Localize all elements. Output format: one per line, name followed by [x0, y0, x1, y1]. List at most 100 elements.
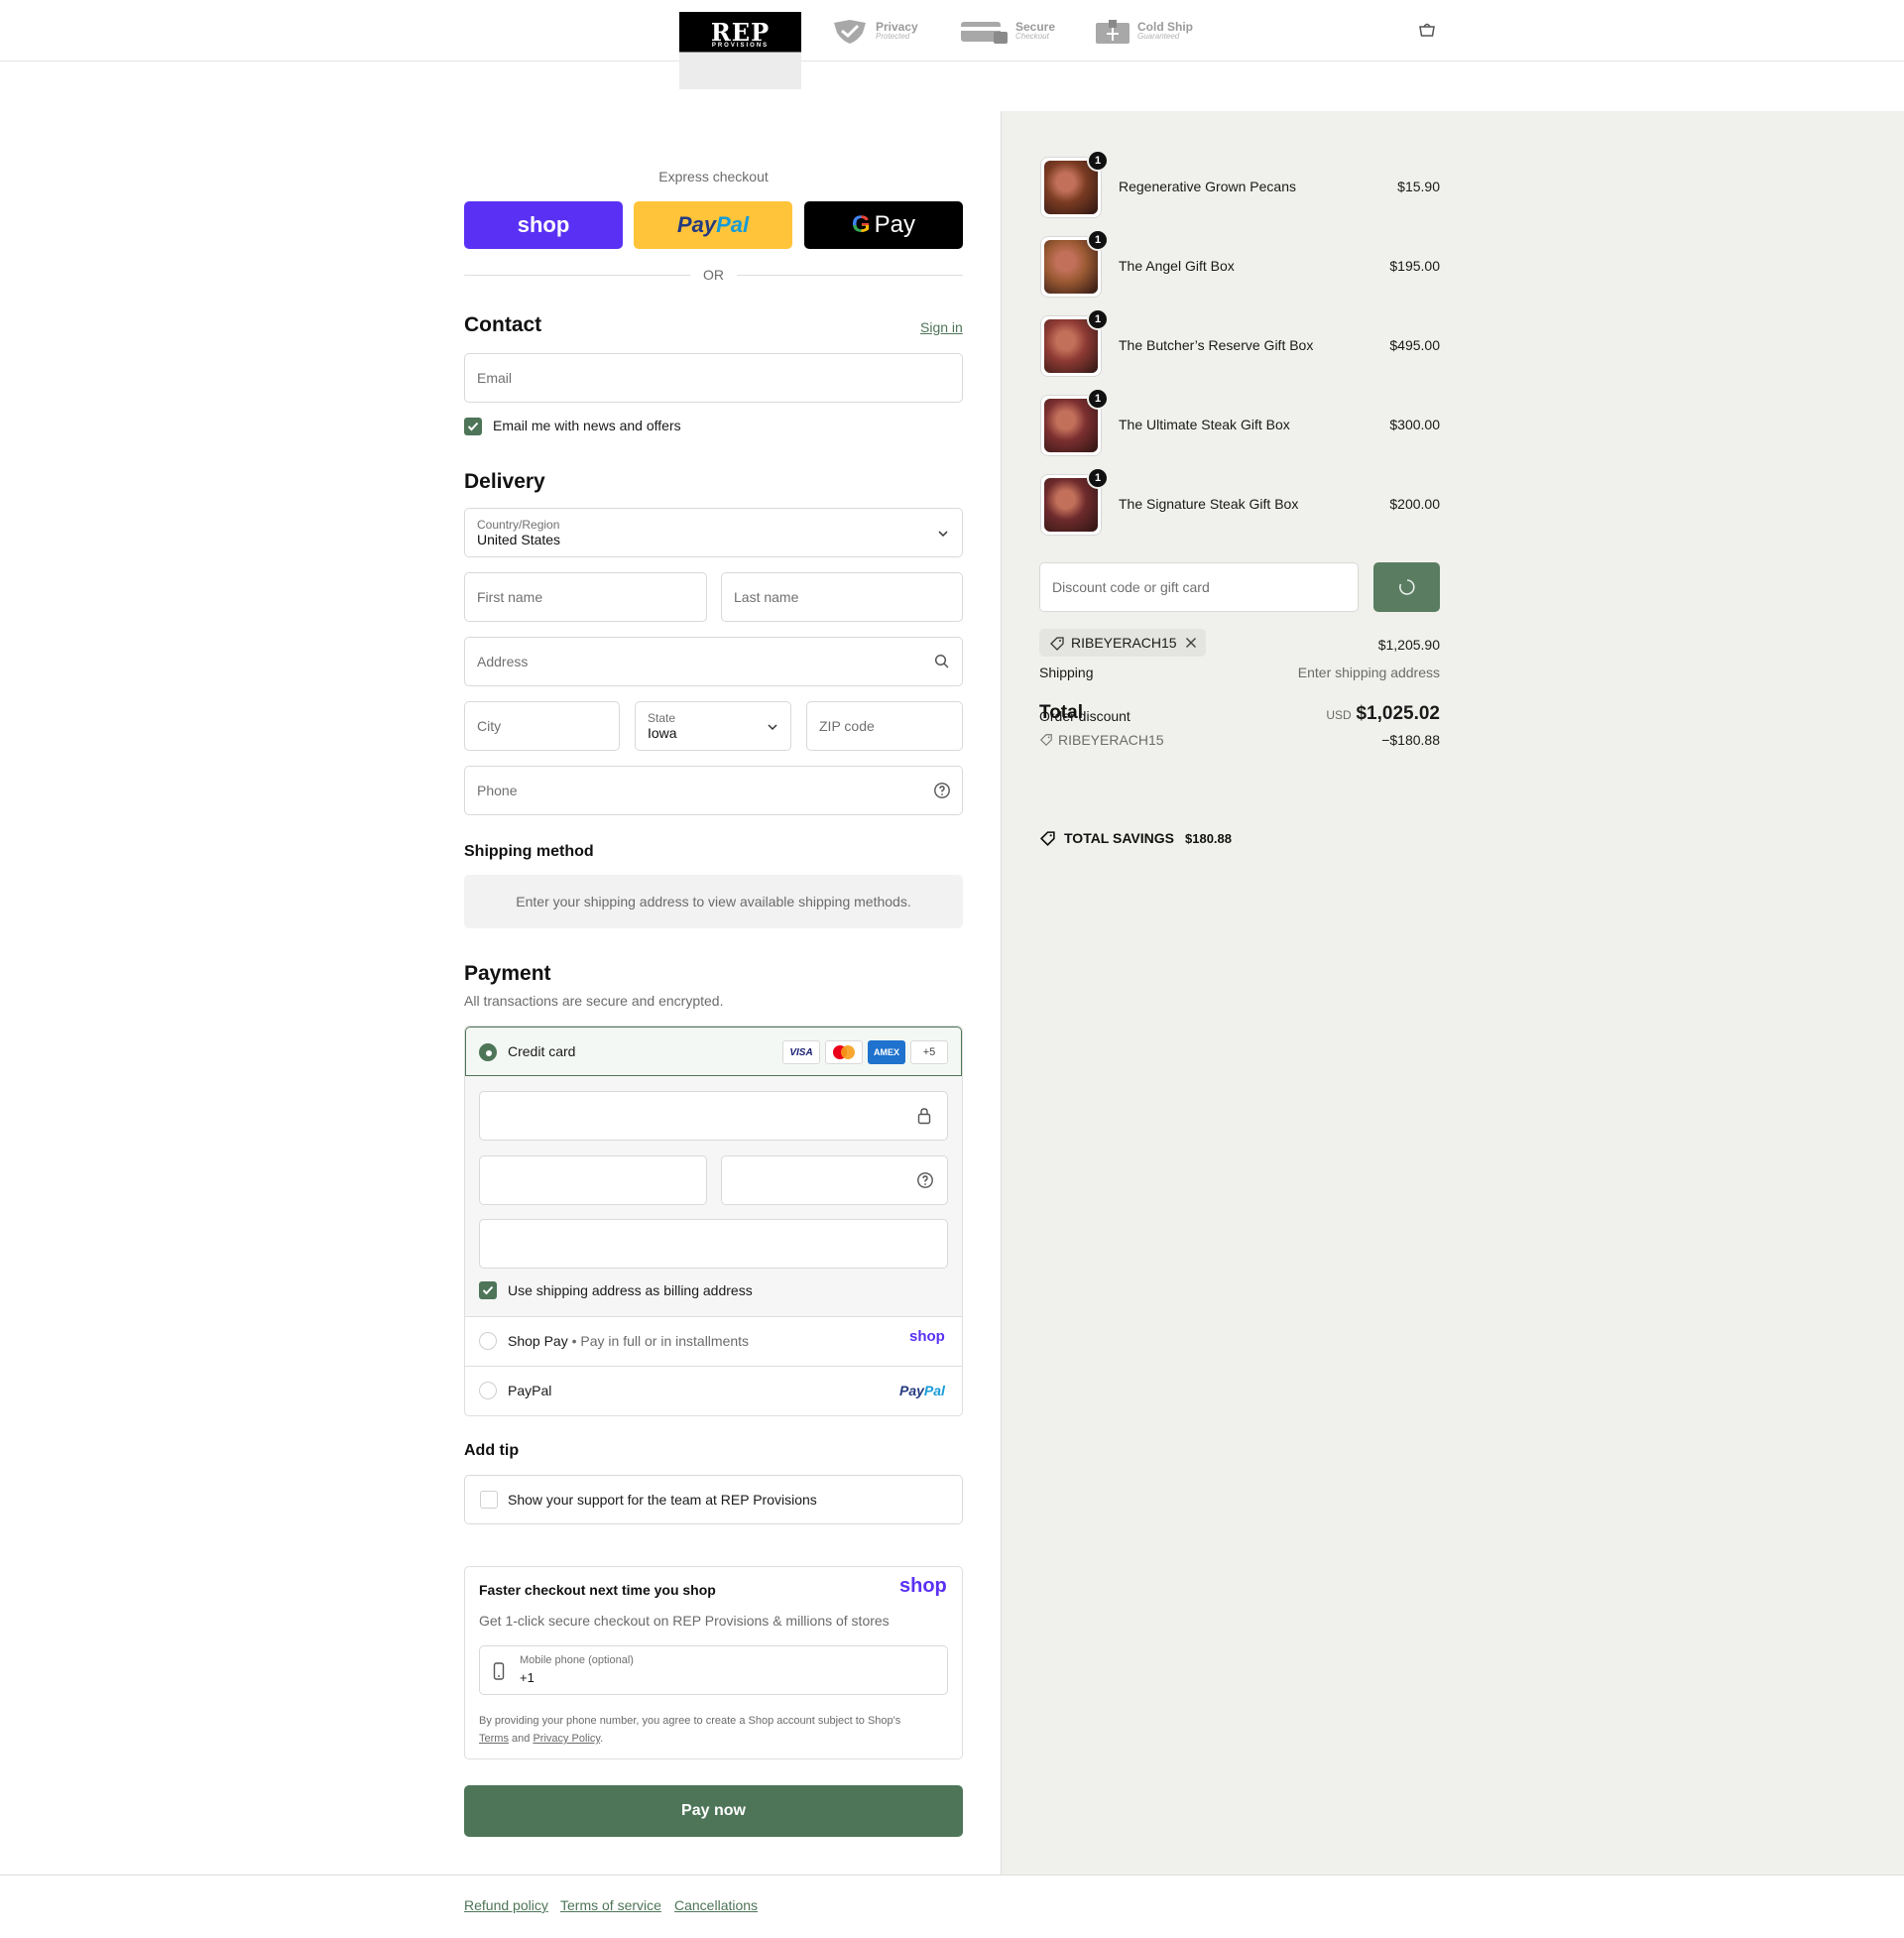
first-name-field[interactable]: First name [464, 572, 707, 622]
payment-subtitle: All transactions are secure and encrypte… [464, 993, 724, 1009]
shop-pay-express-button[interactable]: shop [464, 201, 623, 249]
close-icon[interactable] [1185, 637, 1197, 649]
state-select[interactable]: State Iowa [635, 701, 791, 751]
delivery-title: Delivery [464, 470, 545, 493]
shop-pay-radio[interactable] [479, 1332, 497, 1350]
or-divider-label: OR [703, 267, 724, 283]
country-label: Country/Region [477, 518, 560, 532]
cold-ship-badge: Cold Ship Guaranteed [1094, 18, 1193, 46]
refund-policy-link[interactable]: Refund policy [464, 1897, 548, 1913]
news-checkbox[interactable] [464, 418, 482, 435]
logo-subtext: PROVISIONS [711, 43, 770, 49]
mobile-phone-field[interactable]: Mobile phone (optional) +1 [479, 1645, 948, 1695]
total-label: Total [1039, 702, 1083, 723]
rep-provisions-logo[interactable]: REP PROVISIONS [679, 12, 801, 89]
paypal-logo-a: Pay [899, 1383, 924, 1398]
help-circle-icon[interactable] [933, 782, 951, 799]
tip-checkbox[interactable] [480, 1491, 498, 1509]
pay-now-button[interactable]: Pay now [464, 1785, 963, 1837]
quantity-badge: 1 [1087, 467, 1109, 489]
express-checkout-title: Express checkout [658, 169, 769, 184]
quantity-badge: 1 [1087, 388, 1109, 410]
product-price: $200.00 [1389, 496, 1440, 512]
terms-of-service-link[interactable]: Terms of service [560, 1897, 661, 1913]
mobile-phone-label: Mobile phone (optional) [520, 1654, 634, 1666]
discount-code-label: RIBEYERACH15 [1058, 732, 1164, 748]
sign-in-link[interactable]: Sign in [920, 319, 963, 335]
tip-label: Show your support for the team at REP Pr… [508, 1492, 817, 1508]
quantity-badge: 1 [1087, 150, 1109, 172]
country-value: United States [477, 532, 561, 547]
shipping-method-notice: Enter your shipping address to view avai… [464, 875, 963, 928]
discount-amount: −$180.88 [1381, 732, 1440, 748]
total-currency: USD [1326, 708, 1352, 722]
mobile-phone-icon [493, 1662, 505, 1680]
billing-address-label: Use shipping address as billing address [508, 1282, 753, 1298]
shop-privacy-link[interactable]: Privacy Policy [533, 1733, 600, 1745]
email-field[interactable]: Email [464, 353, 963, 403]
badge-title: Cold Ship [1137, 20, 1193, 34]
google-pay-express-button[interactable]: G Pay [804, 201, 963, 249]
billing-address-checkbox[interactable] [479, 1281, 497, 1299]
total-savings-value: $180.88 [1185, 831, 1232, 846]
shopping-bag-icon[interactable] [1418, 22, 1436, 38]
badge-title: Privacy [876, 20, 918, 34]
quantity-badge: 1 [1087, 308, 1109, 330]
divider-right [737, 275, 963, 276]
zip-field[interactable]: ZIP code [806, 701, 963, 751]
credit-card-label: Credit card [508, 1043, 576, 1059]
credit-card-lock-icon [961, 22, 1008, 44]
shield-check-icon [834, 20, 866, 44]
gpay-label: Pay [874, 211, 916, 238]
expiration-field[interactable] [479, 1155, 707, 1205]
total-savings-label: TOTAL SAVINGS [1064, 830, 1174, 846]
badge-sub: Protected [876, 32, 910, 41]
city-field[interactable]: City [464, 701, 620, 751]
product-price: $300.00 [1389, 417, 1440, 432]
paypal-radio[interactable] [479, 1382, 497, 1399]
last-name-placeholder: Last name [734, 589, 799, 605]
phone-field[interactable]: Phone [464, 766, 963, 815]
shop-promo-text: Get 1-click secure checkout on REP Provi… [479, 1613, 890, 1629]
country-select[interactable]: Country/Region United States [464, 508, 963, 557]
checkmark-icon [482, 1285, 494, 1295]
order-summary-panel [1001, 111, 1904, 1875]
paypal-express-button[interactable]: Pay Pal [634, 201, 792, 249]
card-number-field[interactable] [479, 1091, 948, 1141]
cold-box-icon [1096, 20, 1130, 44]
secure-checkout-badge: Secure Checkout [960, 18, 1055, 46]
contact-title: Contact [464, 313, 542, 336]
badge-sub: Checkout [1015, 32, 1049, 41]
tag-icon [1050, 637, 1064, 651]
shop-legal-text: By providing your phone number, you agre… [479, 1712, 945, 1748]
total-row: USD $1,025.02 [1240, 703, 1440, 725]
state-value: Iowa [648, 725, 677, 741]
loading-spinner-icon [1398, 579, 1415, 595]
search-icon [934, 654, 949, 668]
dot-separator: • [567, 1333, 581, 1349]
product-name: The Ultimate Steak Gift Box [1119, 417, 1290, 432]
tip-title: Add tip [464, 1442, 520, 1459]
address-placeholder: Address [477, 654, 529, 669]
privacy-badge: Privacy Protected [830, 18, 918, 46]
product-price: $195.00 [1389, 258, 1440, 274]
product-name: Regenerative Grown Pecans [1119, 179, 1296, 194]
address-field[interactable]: Address [464, 637, 963, 686]
shop-pay-note: Pay in full or in installments [580, 1333, 750, 1349]
page-footer: Refund policy Terms of service Cancellat… [0, 1875, 1904, 1938]
credit-card-radio[interactable] [479, 1043, 497, 1061]
discount-code-field[interactable]: Discount code or gift card [1039, 562, 1359, 612]
state-label: State [648, 711, 676, 725]
first-name-placeholder: First name [477, 589, 543, 605]
phone-placeholder: Phone [477, 783, 518, 798]
shop-pay-name: Shop Pay [508, 1333, 568, 1349]
security-code-field[interactable] [721, 1155, 948, 1205]
last-name-field[interactable]: Last name [721, 572, 963, 622]
paypal-logo-b: Pal [716, 212, 750, 237]
discount-code-placeholder: Discount code or gift card [1052, 579, 1210, 595]
shop-terms-link[interactable]: Terms [479, 1733, 509, 1745]
name-on-card-field[interactable] [479, 1219, 948, 1269]
help-circle-icon[interactable] [916, 1171, 934, 1189]
cancellations-link[interactable]: Cancellations [674, 1897, 758, 1913]
apply-discount-button[interactable] [1373, 562, 1440, 612]
